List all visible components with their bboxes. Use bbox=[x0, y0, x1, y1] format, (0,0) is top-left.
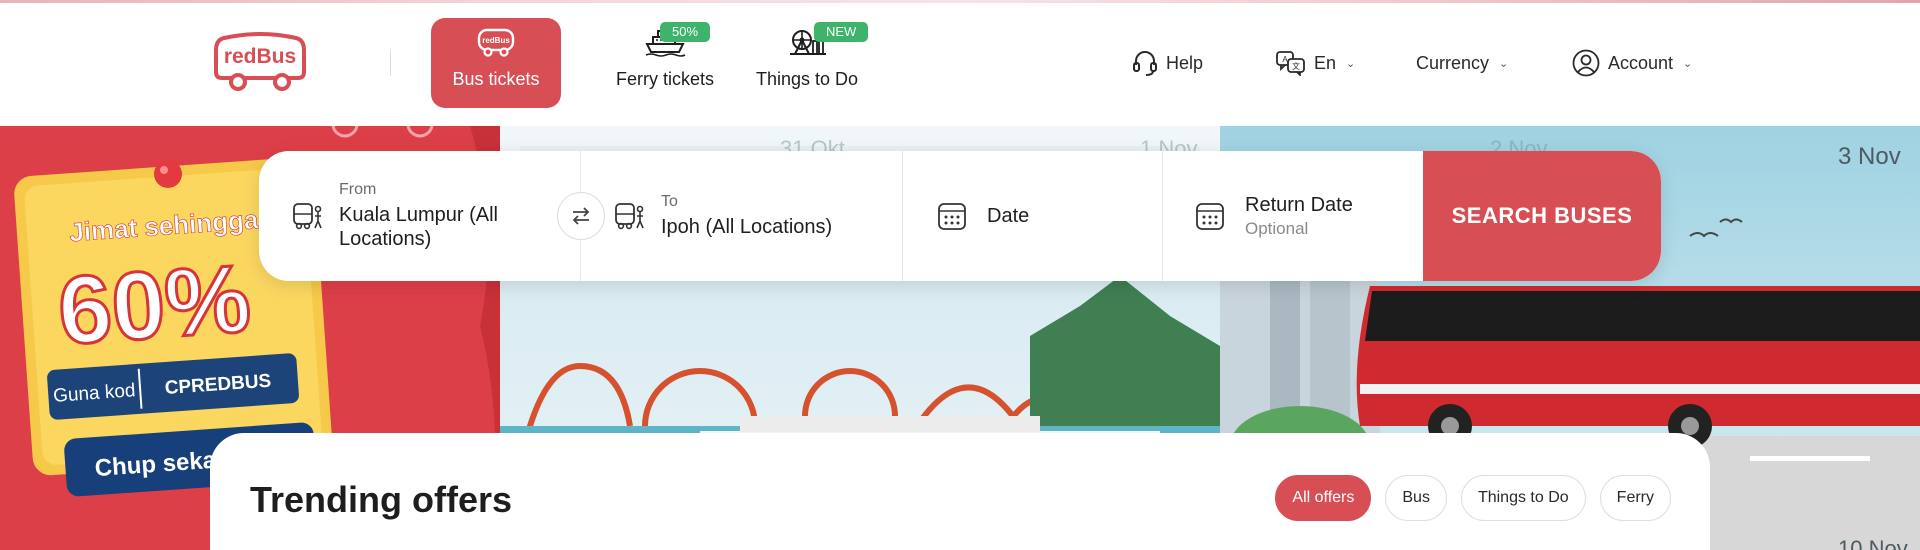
nav-things-to-do[interactable]: NEW Things to Do bbox=[744, 18, 870, 108]
from-value: Kuala Lumpur (All Locations) bbox=[339, 204, 498, 250]
date-field[interactable]: Date bbox=[903, 151, 1163, 281]
filter-chip-all-offers[interactable]: All offers bbox=[1275, 475, 1372, 521]
account-menu[interactable]: Account ⌄ bbox=[1572, 48, 1692, 78]
calendar-icon bbox=[938, 203, 966, 230]
swap-arrows-icon bbox=[572, 207, 590, 225]
return-date-label: Return Date bbox=[1245, 194, 1353, 216]
offer-filter-chips: All offers Bus Things to Do Ferry bbox=[1275, 475, 1671, 521]
return-date-hint: Optional bbox=[1245, 219, 1309, 238]
section-title: Trending offers bbox=[250, 479, 513, 520]
bus-icon: redBus bbox=[477, 28, 515, 57]
logo-text: redBus bbox=[224, 45, 296, 68]
to-field[interactable]: To Ipoh (All Locations) bbox=[581, 151, 903, 281]
language-selector[interactable]: A 文 En ⌄ bbox=[1276, 48, 1355, 78]
to-value: Ipoh (All Locations) bbox=[661, 216, 833, 238]
account-label: Account bbox=[1608, 52, 1674, 73]
from-field[interactable]: From Kuala Lumpur (All Locations) bbox=[259, 151, 581, 281]
from-label: From bbox=[339, 181, 377, 198]
nav-bus-tickets[interactable]: redBus Bus tickets bbox=[431, 18, 561, 108]
chevron-down-icon: ⌄ bbox=[1346, 57, 1356, 70]
bus-stop-icon bbox=[293, 203, 322, 230]
search-buses-button[interactable]: SEARCH BUSES bbox=[1423, 151, 1661, 281]
user-icon bbox=[1572, 49, 1600, 77]
redbus-logo[interactable]: redBus bbox=[214, 32, 306, 92]
to-label: To bbox=[661, 193, 678, 210]
chevron-down-icon: ⌄ bbox=[1499, 57, 1509, 70]
currency-selector[interactable]: Currency ⌄ bbox=[1416, 48, 1508, 78]
headset-icon bbox=[1133, 51, 1157, 76]
date-label: Date bbox=[987, 205, 1030, 227]
svg-text:A: A bbox=[1282, 55, 1288, 64]
translate-icon: A 文 bbox=[1276, 51, 1305, 76]
language-label: En bbox=[1314, 52, 1337, 73]
help-label: Help bbox=[1166, 52, 1204, 73]
svg-text:文: 文 bbox=[1292, 61, 1300, 71]
help-link[interactable]: Help bbox=[1132, 48, 1203, 78]
ferry-discount-badge: 50% bbox=[660, 22, 711, 42]
header-divider bbox=[390, 50, 391, 76]
nav-bus-label: Bus tickets bbox=[452, 69, 540, 89]
return-date-field[interactable]: Return Date Optional bbox=[1163, 151, 1423, 281]
nav-ferry-tickets[interactable]: 50% Ferry tickets bbox=[590, 18, 740, 108]
trending-offers-section: Trending offers All offers Bus Things to… bbox=[210, 433, 1710, 550]
swap-locations-button[interactable] bbox=[557, 192, 605, 240]
hero-date-5: 10 Nov bbox=[1838, 536, 1908, 550]
filter-chip-things-to-do[interactable]: Things to Do bbox=[1460, 475, 1586, 521]
filter-chip-ferry[interactable]: Ferry bbox=[1599, 475, 1671, 521]
things-new-badge: NEW bbox=[814, 22, 869, 42]
filter-chip-bus[interactable]: Bus bbox=[1385, 475, 1447, 521]
nav-ferry-label: Ferry tickets bbox=[615, 69, 714, 89]
chevron-down-icon: ⌄ bbox=[1683, 57, 1693, 70]
svg-text:redBus: redBus bbox=[482, 36, 510, 45]
top-decorative-strip bbox=[0, 0, 1920, 3]
bus-stop-icon bbox=[615, 203, 644, 230]
calendar-icon bbox=[1196, 203, 1224, 230]
top-navigation-bar: redBus redBus Bus tickets 50% Ferry tick… bbox=[0, 0, 1920, 126]
hero-date-4: 3 Nov bbox=[1838, 143, 1901, 170]
nav-things-label: Things to Do bbox=[755, 69, 859, 89]
currency-label: Currency bbox=[1416, 52, 1490, 73]
promo-discount: 60% bbox=[55, 245, 254, 365]
bus-search-form: From Kuala Lumpur (All Locations) To Ipo… bbox=[259, 151, 1661, 281]
